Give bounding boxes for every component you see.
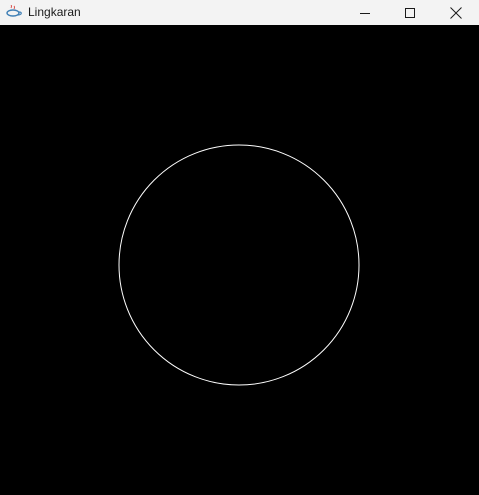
window-title: Lingkaran	[28, 5, 81, 19]
maximize-icon	[405, 7, 415, 18]
minimize-icon	[360, 8, 370, 18]
close-icon	[450, 6, 462, 19]
minimize-button[interactable]	[342, 0, 388, 25]
canvas-svg	[118, 144, 360, 386]
java-cup-icon	[6, 4, 22, 19]
maximize-button[interactable]	[387, 0, 433, 25]
close-button[interactable]	[433, 0, 479, 25]
circle-shape	[118, 144, 360, 386]
app-window: Lingkaran	[0, 0, 479, 495]
title-bar[interactable]: Lingkaran	[0, 0, 479, 25]
drawing-canvas	[0, 25, 479, 495]
